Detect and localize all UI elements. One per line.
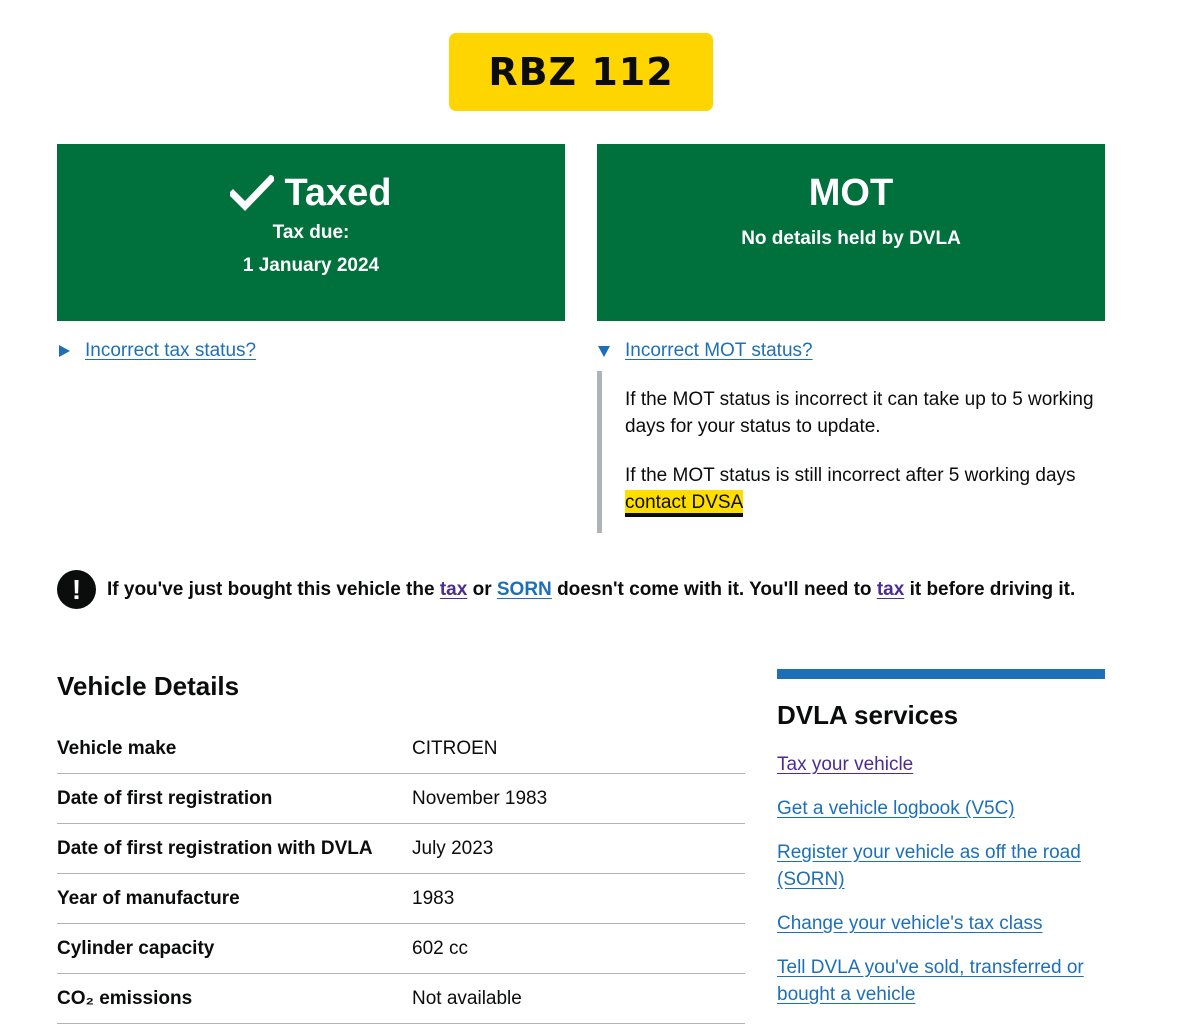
check-icon: [230, 175, 275, 211]
incorrect-mot-status-link[interactable]: Incorrect MOT status?: [625, 339, 813, 363]
row-value: CITROEN: [412, 737, 498, 759]
table-row: Cylinder capacity 602 cc: [57, 924, 745, 974]
row-key: Year of manufacture: [57, 887, 240, 909]
table-row: CO₂ emissions Not available: [57, 974, 745, 1024]
triangle-right-icon: [59, 345, 70, 357]
vehicle-details-table: Vehicle make CITROEN Date of first regis…: [57, 724, 745, 1024]
tax-your-vehicle-link[interactable]: Tax your vehicle: [777, 754, 913, 775]
table-row: Date of first registration with DVLA Jul…: [57, 824, 745, 874]
change-tax-class-link[interactable]: Change your vehicle's tax class: [777, 913, 1043, 934]
incorrect-tax-status-link[interactable]: Incorrect tax status?: [85, 339, 256, 363]
exclamation-icon: !: [57, 570, 96, 609]
tax-due-date: 1 January 2024: [242, 255, 380, 276]
row-value: Not available: [412, 987, 522, 1009]
row-key: Cylinder capacity: [57, 937, 215, 959]
row-value: July 2023: [412, 837, 494, 859]
tax-status-panel: Taxed Tax due: 1 January 2024: [57, 144, 565, 321]
list-item: Tell DVLA you've sold, transferred or bo…: [777, 954, 1105, 1008]
dvla-services-title: DVLA services: [777, 700, 959, 730]
ownership-warning: ! If you've just bought this vehicle the…: [57, 570, 1157, 609]
registration-plate: RBZ 112: [449, 33, 713, 111]
tell-dvla-sold-link[interactable]: Tell DVLA you've sold, transferred or bo…: [777, 957, 1084, 1005]
list-item: Get a vehicle logbook (V5C): [777, 795, 1105, 822]
row-key: CO₂ emissions: [57, 987, 193, 1009]
mot-status-text: No details held by DVLA: [741, 228, 961, 249]
incorrect-mot-status-toggle[interactable]: Incorrect MOT status?: [597, 339, 813, 363]
list-item: Tax your vehicle: [777, 751, 1105, 778]
row-key: Vehicle make: [57, 737, 177, 759]
triangle-down-icon: [598, 346, 610, 357]
table-row: Year of manufacture 1983: [57, 874, 745, 924]
mot-details-paragraph-2: If the MOT status is still incorrect aft…: [625, 465, 1076, 513]
row-key: Date of first registration: [57, 787, 273, 809]
list-item: Change your vehicle's tax class: [777, 910, 1105, 937]
warning-text: If you've just bought this vehicle the t…: [107, 578, 1076, 600]
row-value: 1983: [412, 887, 455, 909]
vehicle-details-title: Vehicle Details: [57, 671, 240, 701]
row-value: 602 cc: [412, 937, 468, 959]
tax-due-label: Tax due:: [272, 222, 350, 243]
row-key: Date of first registration with DVLA: [57, 837, 373, 859]
mot-status-details: If the MOT status is incorrect it can ta…: [597, 371, 1105, 533]
mot-details-paragraph-1: If the MOT status is incorrect it can ta…: [625, 389, 1094, 437]
tax-status-text: Taxed: [284, 172, 392, 214]
table-row: Vehicle make CITROEN: [57, 724, 745, 774]
register-sorn-link[interactable]: Register your vehicle as off the road (S…: [777, 842, 1081, 890]
list-item: Register your vehicle as off the road (S…: [777, 839, 1105, 893]
mot-status-heading: MOT: [808, 172, 894, 214]
dvla-services-sidebar: DVLA services Tax your vehicle Get a veh…: [777, 669, 1105, 1025]
warning-tax-link[interactable]: tax: [440, 579, 467, 600]
warning-tax-link-2[interactable]: tax: [877, 579, 904, 600]
mot-status-panel: MOT No details held by DVLA: [597, 144, 1105, 321]
tax-status-heading: Taxed: [57, 170, 565, 216]
get-logbook-link[interactable]: Get a vehicle logbook (V5C): [777, 798, 1015, 819]
contact-dvsa-link[interactable]: contact DVSA: [625, 492, 744, 513]
table-row: Date of first registration November 1983: [57, 774, 745, 824]
incorrect-tax-status-toggle[interactable]: Incorrect tax status?: [57, 339, 256, 363]
dvla-services-list: Tax your vehicle Get a vehicle logbook (…: [777, 751, 1105, 1008]
warning-sorn-link[interactable]: SORN: [497, 579, 552, 600]
row-value: November 1983: [412, 787, 548, 809]
